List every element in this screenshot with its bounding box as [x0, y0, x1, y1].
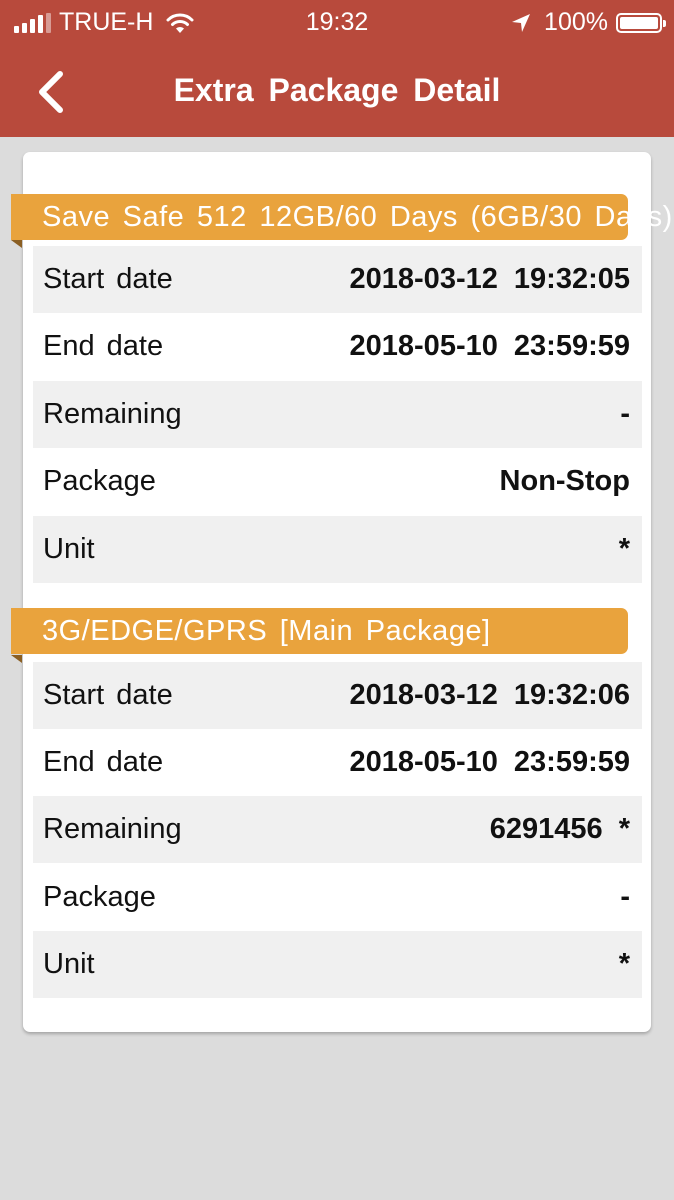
location-arrow-icon	[512, 13, 531, 32]
row-label: Remaining	[43, 398, 182, 430]
row-label: Start date	[43, 263, 173, 295]
package-name: 3G/EDGE/GPRS [Main Package]	[42, 615, 491, 647]
ribbon-fold	[11, 655, 22, 663]
package-section-header: Save Safe 512 12GB/60 Days (6GB/30 Days)	[11, 194, 672, 240]
row-label: Unit	[43, 948, 95, 980]
row-label: Start date	[43, 679, 173, 711]
battery-icon	[616, 12, 666, 33]
row-value: 2018-05-10 23:59:59	[349, 330, 630, 362]
row-value: -	[620, 398, 630, 430]
row-label: Unit	[43, 533, 95, 565]
detail-row-end-date: End date 2018-05-10 23:59:59	[33, 729, 642, 796]
row-value: *	[618, 948, 630, 980]
status-bar: TRUE-H 19:32 100%	[0, 0, 674, 46]
detail-row-package: Package Non-Stop	[33, 448, 642, 515]
detail-row-remaining: Remaining 6291456 *	[33, 796, 642, 863]
row-value: 2018-05-10 23:59:59	[349, 746, 630, 778]
row-value: 2018-03-12 19:32:06	[349, 679, 630, 711]
row-label: End date	[43, 746, 164, 778]
app-header: TRUE-H 19:32 100% Extra Package Detail	[0, 0, 674, 137]
detail-row-unit: Unit *	[33, 931, 642, 998]
row-value: *	[618, 533, 630, 565]
detail-row-package: Package -	[33, 864, 642, 931]
package-section-header: 3G/EDGE/GPRS [Main Package]	[11, 608, 628, 654]
row-label: Remaining	[43, 813, 182, 845]
row-label: End date	[43, 330, 164, 362]
row-label: Package	[43, 465, 156, 497]
row-label: Package	[43, 881, 156, 913]
ribbon-fold	[11, 240, 22, 248]
detail-row-start-date: Start date 2018-03-12 19:32:05	[33, 246, 642, 313]
row-value: 2018-03-12 19:32:05	[349, 263, 630, 295]
package-name: Save Safe 512 12GB/60 Days (6GB/30 Days)	[42, 201, 673, 233]
page-title: Extra Package Detail	[173, 72, 501, 108]
battery-percent: 100%	[544, 8, 608, 36]
detail-row-remaining: Remaining -	[33, 381, 642, 448]
detail-row-end-date: End date 2018-05-10 23:59:59	[33, 313, 642, 380]
detail-row-start-date: Start date 2018-03-12 19:32:06	[33, 662, 642, 729]
row-value: -	[620, 881, 630, 913]
detail-row-unit: Unit *	[33, 516, 642, 583]
row-value: Non-Stop	[499, 465, 630, 497]
row-value: 6291456 *	[489, 813, 630, 845]
